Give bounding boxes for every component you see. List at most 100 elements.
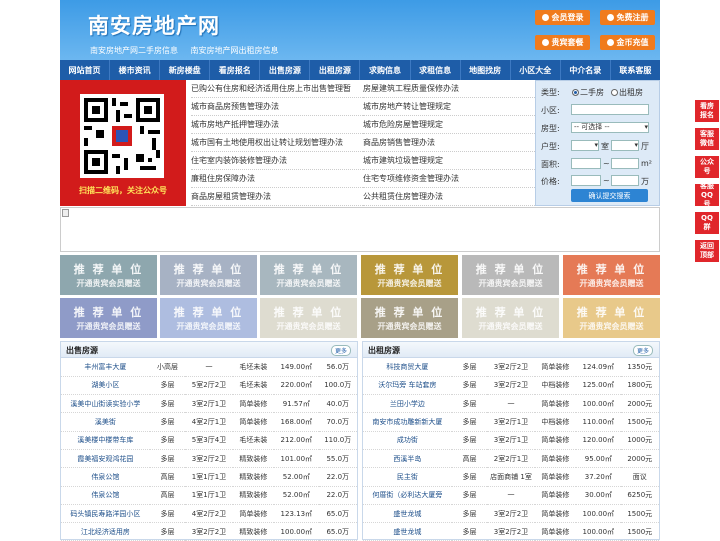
listing-name[interactable]: 兰田小学边	[363, 394, 452, 414]
table-row[interactable]: 溪美中山街读实验小学 多层 3室2厅1卫 简单装修 91.57㎡ 40.0万	[61, 394, 357, 414]
price-max-input[interactable]	[611, 175, 639, 186]
float-qq-group-button[interactable]: QQ群	[695, 212, 719, 234]
table-row[interactable]: 伟泉公馆 高层 1室1厅1卫 精致装修 52.00㎡ 22.0万	[61, 467, 357, 487]
listing-name[interactable]: 丰州富丰大厦	[61, 358, 150, 377]
type-radio-second-hand[interactable]: 二手房	[572, 87, 604, 98]
table-row[interactable]: 丰州富丰大厦 小高层一毛坯未装 149.00㎡ 56.0万	[61, 358, 357, 377]
listing-name[interactable]: 溪美街	[61, 412, 150, 432]
rent-more-link[interactable]: 更多	[632, 345, 653, 356]
policy-link[interactable]: 住宅专项维修资金管理办法	[363, 170, 535, 188]
nav-communities[interactable]: 小区大全	[511, 60, 561, 80]
nav-for-rent[interactable]: 出租房源	[310, 60, 361, 80]
vip-package-button[interactable]: 贵宾套餐	[535, 35, 590, 50]
listing-name[interactable]: 盛世龙城	[363, 504, 452, 524]
nav-home[interactable]: 网站首页	[60, 60, 111, 80]
float-back-to-top-button[interactable]: 返回顶部	[695, 240, 719, 262]
listing-name[interactable]: 码头镇民寿路洋园小区	[61, 504, 150, 524]
policy-link[interactable]: 公共租赁住房管理办法	[363, 188, 535, 206]
recommended-tile[interactable]: 推 荐 单 位开通贵宾会员赠送	[60, 298, 157, 338]
listing-name[interactable]: 伟泉公馆	[61, 467, 150, 487]
search-submit-button[interactable]: 确认提交搜索	[571, 189, 648, 202]
table-row[interactable]: 湖美小区 多层 5室2厅2卫 毛坯未装 220.00㎡ 100.0万	[61, 376, 357, 396]
nav-contact[interactable]: 联系客服	[611, 60, 660, 80]
table-row[interactable]: 码头镇民寿路洋园小区 多层 4室2厅2卫 简单装修 123.13㎡ 65.0万	[61, 504, 357, 524]
policy-link[interactable]: 城市商品房预售管理办法	[191, 98, 363, 116]
policy-link[interactable]: 城市建筑垃圾管理规定	[363, 152, 535, 170]
listing-name[interactable]: 西溪半岛	[363, 449, 452, 469]
nav-want-buy[interactable]: 求购信息	[360, 60, 411, 80]
policy-link[interactable]: 已购公有住房和经济适用住房上市出售管理暂	[191, 80, 363, 98]
float-service-qq-button[interactable]: 客服QQ号	[695, 182, 719, 208]
nav-viewing-signup[interactable]: 看房报名	[210, 60, 261, 80]
kind-select[interactable]: -- 可选择 -- ▾	[571, 122, 649, 133]
policy-link[interactable]: 房屋建筑工程质量保修办法	[363, 80, 535, 98]
recommended-tile[interactable]: 推 荐 单 位开通贵宾会员赠送	[462, 255, 559, 295]
hall-select[interactable]: ▾	[611, 140, 639, 151]
table-row[interactable]: 溪美楼中楼带车库 多层 5室3厅4卫 毛坯未装 212.00㎡ 110.0万	[61, 431, 357, 450]
recommended-tile[interactable]: 推 荐 单 位开通贵宾会员赠送	[361, 298, 458, 338]
nav-news[interactable]: 楼市资讯	[110, 60, 161, 80]
sale-more-link[interactable]: 更多	[330, 345, 351, 356]
room-select[interactable]: ▾	[571, 140, 599, 151]
recommended-tile[interactable]: 推 荐 单 位开通贵宾会员赠送	[260, 255, 357, 295]
listing-name[interactable]: 溪美楼中楼带车库	[61, 431, 150, 450]
listing-name[interactable]: 江北经济适用房	[61, 522, 150, 541]
listing-name[interactable]: 伟泉公馆	[61, 486, 150, 505]
listing-name[interactable]: 盛世龙城	[363, 522, 452, 541]
table-row[interactable]: 民主街 多层 店面商铺 1室 简单装修 37.20㎡ 面议	[363, 467, 659, 487]
listing-name[interactable]: 湖美小区	[61, 376, 150, 396]
size-max-input[interactable]	[611, 158, 639, 169]
recommended-tile[interactable]: 推 荐 单 位开通贵宾会员赠送	[60, 255, 157, 295]
table-row[interactable]: 南安市成功雕新新大厦 多层 3室2厅1卫 中档装修 110.00㎡ 1500元	[363, 412, 659, 432]
size-min-input[interactable]	[571, 158, 601, 169]
table-row[interactable]: 盛世龙城 多层 3室2厅2卫 简单装修 100.00㎡ 1500元	[363, 522, 659, 541]
site-title[interactable]: 南安房地产网	[88, 10, 220, 40]
policy-link[interactable]: 城市房地产抵押管理办法	[191, 116, 363, 134]
recommended-tile[interactable]: 推 荐 单 位开通贵宾会员赠送	[462, 298, 559, 338]
login-button[interactable]: 会员登录	[535, 10, 590, 25]
nav-new-homes[interactable]: 新房楼盘	[160, 60, 211, 80]
listing-name[interactable]: 民主街	[363, 467, 452, 487]
table-row[interactable]: 伟泉公馆 高层 1室1厅1卫 精致装修 52.00㎡ 22.0万	[61, 486, 357, 505]
recommended-tile[interactable]: 推 荐 单 位开通贵宾会员赠送	[361, 255, 458, 295]
community-input[interactable]	[571, 104, 649, 115]
recommended-tile[interactable]: 推 荐 单 位开通贵宾会员赠送	[563, 255, 660, 295]
table-row[interactable]: 成功街 多层 3室2厅1卫 简单装修 120.00㎡ 1000元	[363, 431, 659, 450]
policy-link[interactable]: 住宅室内装饰装修管理办法	[191, 152, 363, 170]
recommended-tile[interactable]: 推 荐 单 位开通贵宾会员赠送	[160, 255, 257, 295]
listing-name[interactable]: 南安市成功雕新新大厦	[363, 412, 452, 432]
policy-link[interactable]: 城市危险房屋管理规定	[363, 116, 535, 134]
table-row[interactable]: 沃尔玛旁 车站套房 多层 3室2厅2卫 中档装修 125.00㎡ 1800元	[363, 376, 659, 396]
recommended-tile[interactable]: 推 荐 单 位开通贵宾会员赠送	[563, 298, 660, 338]
recharge-button[interactable]: 金币充值	[600, 35, 655, 50]
float-service-wechat-button[interactable]: 客服微信	[695, 128, 719, 150]
nav-map[interactable]: 地图找房	[461, 60, 511, 80]
policy-link[interactable]: 城市房地产转让管理规定	[363, 98, 535, 116]
float-official-account-button[interactable]: 公众号	[695, 156, 719, 178]
float-viewing-signup-button[interactable]: 看房报名	[695, 100, 719, 122]
table-row[interactable]: 江北经济适用房 多层 3室2厅2卫 精致装修 100.00㎡ 65.0万	[61, 522, 357, 541]
banner-ad[interactable]	[60, 207, 660, 252]
link-second-hand[interactable]: 南安房地产网二手房信息	[90, 46, 178, 55]
policy-link[interactable]: 商品房销售管理办法	[363, 134, 535, 152]
table-row[interactable]: 西溪半岛 高层 2室2厅1卫 简单装修 95.00㎡ 2000元	[363, 449, 659, 469]
table-row[interactable]: 何厝街（必利达大厦旁 多层一简单装修 30.00㎡ 6250元	[363, 486, 659, 505]
listing-name[interactable]: 溪美中山街读实验小学	[61, 394, 150, 414]
listing-name[interactable]: 何厝街（必利达大厦旁	[363, 486, 452, 505]
table-row[interactable]: 盛世龙城 多层 3室2厅2卫 简单装修 100.00㎡ 1500元	[363, 504, 659, 524]
type-radio-rental[interactable]: 出租房	[611, 87, 643, 98]
recommended-tile[interactable]: 推 荐 单 位开通贵宾会员赠送	[160, 298, 257, 338]
price-min-input[interactable]	[571, 175, 601, 186]
policy-link[interactable]: 城市国有土地使用权出让转让规划管理办法	[191, 134, 363, 152]
nav-want-rent[interactable]: 求租信息	[411, 60, 461, 80]
table-row[interactable]: 兰田小学边 多层一简单装修 100.00㎡ 2000元	[363, 394, 659, 414]
table-row[interactable]: 溪美街 多层 4室2厅1卫 简单装修 168.00㎡ 70.0万	[61, 412, 357, 432]
table-row[interactable]: 科技商贸大厦 多层 3室2厅2卫 简单装修 124.09㎡ 1350元	[363, 358, 659, 377]
recommended-tile[interactable]: 推 荐 单 位开通贵宾会员赠送	[260, 298, 357, 338]
register-button[interactable]: 免费注册	[600, 10, 655, 25]
policy-link[interactable]: 廉租住房保障办法	[191, 170, 363, 188]
listing-name[interactable]: 霞美福安观鸿花园	[61, 449, 150, 469]
listing-name[interactable]: 成功街	[363, 431, 452, 450]
table-row[interactable]: 霞美福安观鸿花园 多层 3室2厅2卫 精致装修 101.00㎡ 55.0万	[61, 449, 357, 469]
listing-name[interactable]: 沃尔玛旁 车站套房	[363, 376, 452, 396]
